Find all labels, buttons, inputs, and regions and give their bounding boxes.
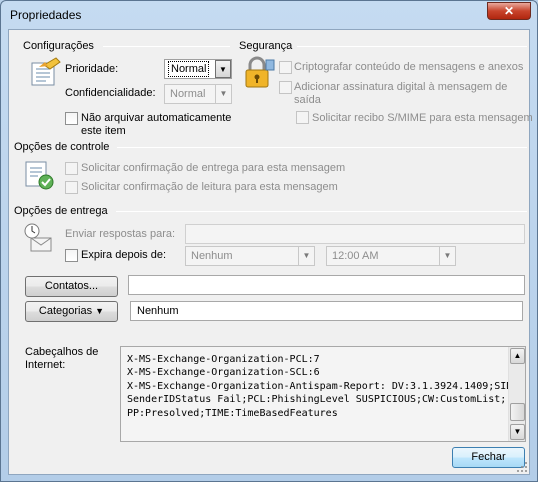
categories-input[interactable]: Nenhum: [130, 301, 523, 321]
resize-grip-icon[interactable]: [516, 461, 528, 473]
settings-properties-icon: [31, 57, 61, 86]
delivery-group-title: Opções de entrega: [14, 205, 108, 217]
close-button[interactable]: Fechar: [452, 447, 525, 468]
settings-group-title: Configurações: [23, 40, 94, 52]
delivery-divider: [116, 211, 527, 212]
window-title: Propriedades: [10, 8, 82, 22]
close-window-button[interactable]: ✕: [487, 2, 531, 20]
confidentiality-value: Normal: [170, 88, 206, 100]
settings-divider: [103, 46, 230, 47]
chevron-down-icon: ▼: [215, 85, 231, 103]
read-receipt-checkbox[interactable]: [65, 181, 78, 194]
no-autoarchive-label-2: este item: [81, 125, 126, 137]
smime-receipt-label: Solicitar recibo S/MIME para esta mensag…: [312, 112, 533, 124]
categories-button-label: Categorias: [38, 305, 93, 317]
headers-label: Cabeçalhos de: [25, 346, 99, 358]
read-receipt-label: Solicitar confirmação de leitura para es…: [81, 181, 338, 193]
smime-receipt-checkbox[interactable]: [296, 111, 309, 124]
tracking-checklist-icon: [25, 161, 54, 190]
chevron-down-icon: ▼: [439, 247, 455, 265]
expires-date-select[interactable]: Nenhum ▼: [185, 246, 315, 266]
security-divider: [297, 46, 527, 47]
no-autoarchive-label: Não arquivar automaticamente: [81, 112, 232, 124]
delivery-clock-icon: [24, 223, 52, 252]
security-group-title: Segurança: [239, 40, 293, 52]
chevron-down-icon: ▼: [298, 247, 314, 265]
expires-time-value: 12:00 AM: [332, 250, 379, 262]
digital-signature-checkbox[interactable]: [279, 81, 292, 94]
internet-headers-textarea[interactable]: X-MS-Exchange-Organization-PCL:7 X-MS-Ex…: [120, 346, 526, 442]
send-replies-input[interactable]: [185, 224, 525, 244]
no-autoarchive-checkbox[interactable]: [65, 112, 78, 125]
delivery-receipt-checkbox[interactable]: [65, 162, 78, 175]
headers-label-2: Internet:: [25, 359, 66, 371]
dialog-body: Configurações Prioridade: Normal ▼ Confi…: [8, 29, 533, 475]
contacts-input[interactable]: [128, 275, 525, 295]
scroll-thumb[interactable]: [510, 403, 525, 421]
send-replies-label: Enviar respostas para:: [65, 228, 176, 240]
headers-scrollbar[interactable]: ▲ ▼: [508, 347, 525, 441]
delivery-receipt-label: Solicitar confirmação de entrega para es…: [81, 162, 346, 174]
categories-button[interactable]: Categorias ▼: [25, 301, 118, 322]
digital-signature-label-2: saída: [294, 94, 321, 106]
expires-time-select[interactable]: 12:00 AM ▼: [326, 246, 456, 266]
contacts-button[interactable]: Contatos...: [25, 276, 118, 297]
priority-value: Normal: [168, 61, 210, 77]
chevron-down-icon: ▼: [95, 306, 105, 316]
expires-date-value: Nenhum: [191, 250, 233, 262]
tracking-group-title: Opções de controle: [14, 141, 110, 153]
chevron-down-icon: ▼: [215, 60, 231, 78]
confidentiality-select[interactable]: Normal ▼: [164, 84, 232, 104]
priority-select[interactable]: Normal ▼: [164, 59, 232, 79]
tracking-divider: [117, 147, 527, 148]
expires-checkbox[interactable]: [65, 249, 78, 262]
scroll-down-icon[interactable]: ▼: [510, 424, 525, 440]
security-lock-icon: [245, 56, 275, 88]
scroll-up-icon[interactable]: ▲: [510, 348, 525, 364]
digital-signature-label: Adicionar assinatura digital à mensagem …: [294, 81, 508, 93]
expires-label: Expira depois de:: [81, 249, 166, 261]
encrypt-checkbox[interactable]: [279, 61, 292, 74]
internet-headers-text: X-MS-Exchange-Organization-PCL:7 X-MS-Ex…: [127, 354, 519, 419]
confidentiality-label: Confidencialidade:: [65, 87, 156, 99]
properties-dialog: Propriedades ✕ Configurações Prioridade:…: [0, 0, 538, 482]
priority-label: Prioridade:: [65, 63, 119, 75]
title-bar[interactable]: Propriedades ✕: [1, 1, 537, 29]
encrypt-label: Criptografar conteúdo de mensagens e ane…: [294, 61, 524, 73]
